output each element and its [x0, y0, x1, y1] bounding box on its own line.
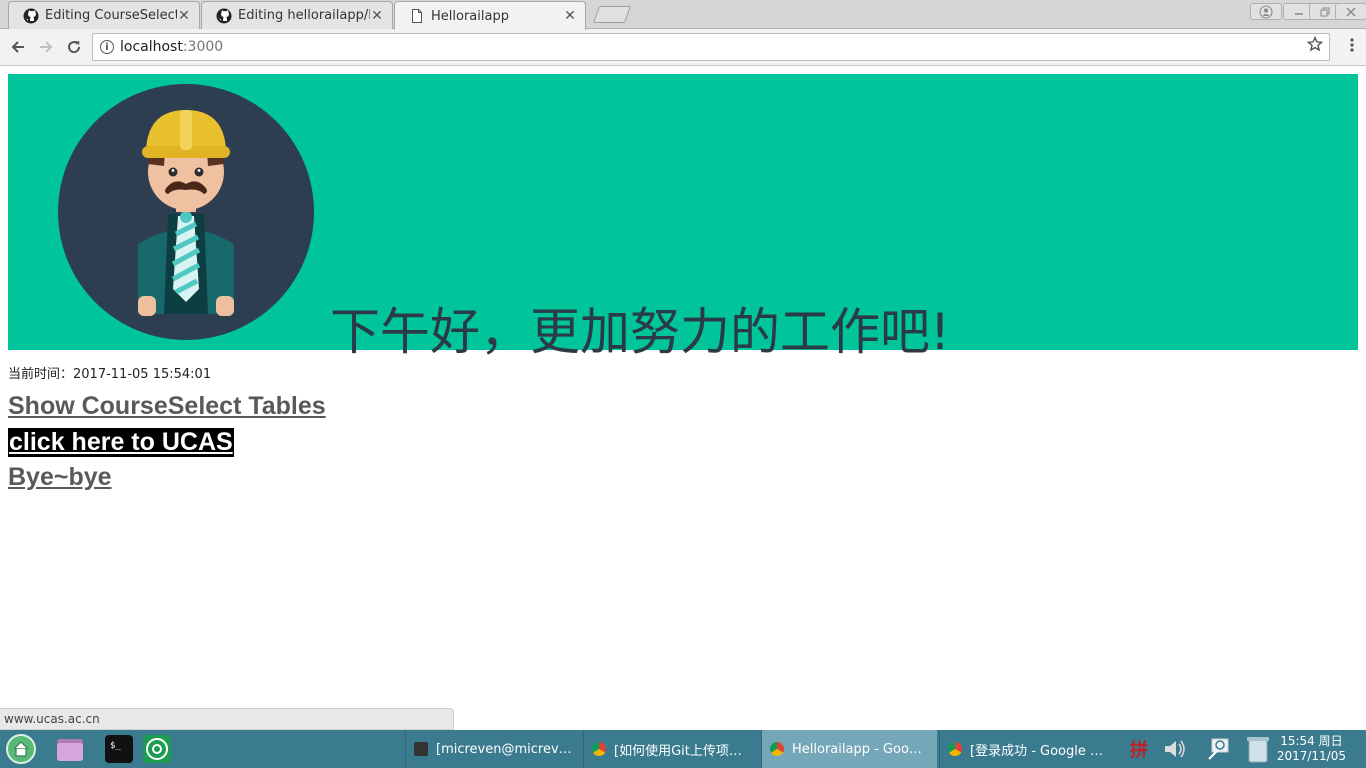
reload-icon[interactable]	[64, 37, 84, 57]
link-status-bubble: www.ucas.ac.cn	[0, 708, 454, 730]
ucas-link[interactable]: click here to UCAS	[8, 428, 234, 457]
current-time-line: 当前时间：2017-11-05 15:54:01	[8, 363, 211, 382]
volume-icon[interactable]	[1162, 730, 1188, 768]
worker-avatar-image	[58, 84, 314, 340]
tab-editing-hellorailapp[interactable]: Editing hellorailapp/RE ✕	[201, 1, 393, 29]
ime-indicator[interactable]: 拼	[1130, 730, 1148, 768]
tab-close-icon[interactable]: ✕	[563, 8, 577, 24]
tab-title: Editing hellorailapp/RE	[238, 8, 370, 23]
close-window-icon[interactable]	[1335, 3, 1366, 20]
back-arrow-icon[interactable]	[8, 37, 28, 57]
tab-close-icon[interactable]: ✕	[370, 8, 384, 24]
terminal-icon	[414, 742, 428, 756]
file-manager-icon[interactable]	[55, 734, 85, 764]
new-tab-button[interactable]	[592, 6, 632, 23]
chrome-icon	[770, 742, 784, 756]
taskbar-item-hellorailapp[interactable]: Hellorailapp - Google...	[761, 730, 937, 768]
taskbar-item-terminal[interactable]: [micreven@micreven...	[405, 730, 581, 768]
profile-icon[interactable]	[1250, 3, 1282, 20]
current-time-label: 当前时间：	[8, 367, 74, 382]
current-time-value: 2017-11-05 15:54:01	[73, 367, 212, 382]
taskbar-item-label: [micreven@micreven...	[436, 741, 573, 757]
svg-text:$_: $_	[110, 741, 121, 751]
github-icon	[216, 8, 232, 23]
search-icon[interactable]	[1206, 730, 1232, 768]
taskbar-item-label: [登录成功 - Google Ch...	[970, 743, 1107, 759]
url-host: localhost	[120, 39, 183, 55]
show-courseselect-tables-link[interactable]: Show CourseSelect Tables	[8, 392, 326, 421]
taskbar-item-chrome-git[interactable]: [如何使用Git上传项目...	[583, 730, 759, 768]
chrome-icon	[948, 742, 962, 756]
home-icon[interactable]	[6, 734, 36, 764]
tab-title: Editing CourseSelect/R	[45, 8, 177, 23]
forward-arrow-icon[interactable]	[36, 37, 56, 57]
chrome-icon	[592, 742, 606, 756]
terminal-icon[interactable]: $_	[104, 734, 134, 764]
browser-toolbar: i localhost:3000	[0, 29, 1366, 66]
tab-title: Hellorailapp	[431, 8, 509, 24]
system-clock[interactable]: 15:54 周日 2017/11/05	[1277, 734, 1346, 764]
menu-dots-icon[interactable]	[1350, 37, 1354, 58]
info-icon[interactable]: i	[100, 40, 114, 54]
github-icon	[23, 8, 39, 23]
url-port: :3000	[182, 39, 224, 55]
bookmark-star-icon[interactable]	[1306, 35, 1324, 57]
taskbar-item-label: Hellorailapp - Google...	[792, 741, 929, 757]
url-text[interactable]: localhost:3000	[120, 39, 223, 55]
clock-date: 2017/11/05	[1276, 749, 1346, 763]
trash-icon[interactable]	[1244, 730, 1272, 768]
taskbar-item-label: [如何使用Git上传项目...	[614, 743, 751, 759]
tab-hellorailapp[interactable]: Hellorailapp ✕	[394, 1, 586, 30]
clock-time: 15:54 周日	[1280, 734, 1343, 748]
greeting-banner: 下午好，更加努力的工作吧!	[8, 74, 1358, 361]
chrome-launcher-icon[interactable]	[142, 734, 172, 764]
tab-strip: Editing CourseSelect/R ✕ Editing hellora…	[0, 0, 1366, 30]
os-taskbar: $_ [micreven@micreven... [如何使用Git上传项目...…	[0, 730, 1366, 768]
tab-editing-courseselect[interactable]: Editing CourseSelect/R ✕	[8, 1, 200, 29]
bye-bye-link[interactable]: Bye~bye	[8, 463, 112, 492]
greeting-heading: 下午好，更加努力的工作吧!	[330, 303, 951, 361]
taskbar-item-login-success[interactable]: [登录成功 - Google Ch...	[939, 730, 1115, 768]
page-icon	[412, 9, 422, 23]
tab-close-icon[interactable]: ✕	[177, 8, 191, 24]
address-bar[interactable]: i localhost:3000	[92, 33, 1330, 61]
